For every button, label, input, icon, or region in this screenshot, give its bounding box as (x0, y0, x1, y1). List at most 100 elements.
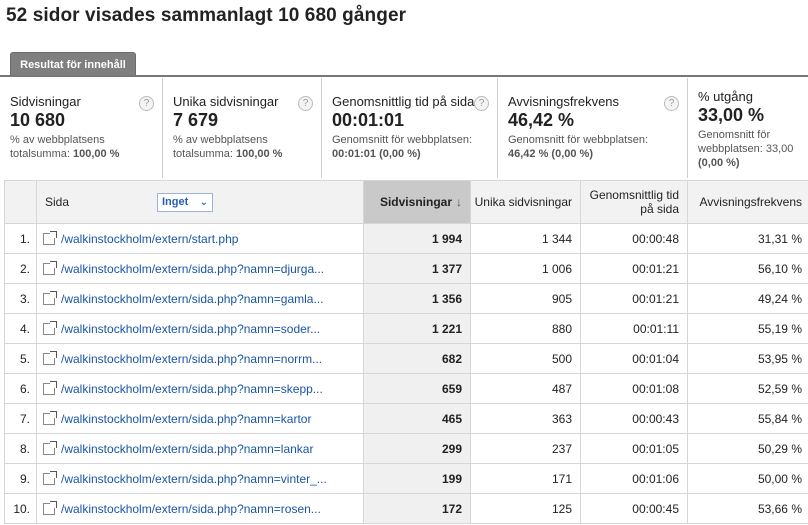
metric-value: 7 679 (173, 110, 219, 130)
header-unique-pageviews[interactable]: Unika sidvisningar (470, 180, 581, 224)
page-link[interactable]: /walkinstockholm/extern/sida.php?namn=dj… (61, 262, 324, 276)
row-page: /walkinstockholm/extern/sida.php?namn=sk… (36, 373, 364, 404)
row-bounce-rate: 50,00 % (687, 463, 808, 494)
row-avg-time: 00:01:04 (580, 343, 688, 374)
results-table-wrap: Sida Inget ⌄ Sidvisningar ↓ Unika sidvisni… (4, 180, 808, 525)
row-index: 4. (4, 313, 37, 344)
row-avg-time: 00:01:06 (580, 463, 688, 494)
external-link-icon[interactable] (43, 350, 57, 365)
external-link-icon[interactable] (43, 320, 57, 335)
tab-strip: Resultat för innehåll (0, 52, 808, 77)
row-page: /walkinstockholm/extern/sida.php?namn=ga… (36, 283, 364, 314)
page-link[interactable]: /walkinstockholm/extern/sida.php?namn=ro… (61, 502, 321, 516)
external-link-icon[interactable] (43, 230, 57, 245)
page-link[interactable]: /walkinstockholm/extern/sida.php?namn=sk… (61, 382, 323, 396)
metric-avg-time: Genomsnittlig tid på sida 00:01:01 Genom… (322, 78, 498, 178)
metric-bounce-rate: Avvisningsfrekvens 46,42 % Genomsnitt fö… (498, 78, 688, 178)
tab-divider (0, 75, 808, 77)
metric-pageviews: Sidvisningar 10 680 % av webbplatsens to… (0, 78, 163, 178)
page-link[interactable]: /walkinstockholm/extern/sida.php?namn=so… (61, 322, 320, 336)
external-link-icon[interactable] (43, 470, 57, 485)
external-link-icon[interactable] (43, 260, 57, 275)
header-pageviews[interactable]: Sidvisningar ↓ (363, 180, 471, 224)
row-page: /walkinstockholm/extern/sida.php?namn=la… (36, 433, 364, 464)
row-page: /walkinstockholm/extern/sida.php?namn=ro… (36, 493, 364, 524)
metric-sub: % av webbplatsens totalsumma: 100,00 % (10, 134, 120, 160)
header-page[interactable]: Sida Inget ⌄ (36, 180, 364, 224)
page-link[interactable]: /walkinstockholm/extern/sida.php?namn=la… (61, 442, 313, 456)
metric-sub: Genomsnitt för webbplatsen: 46,42 % (0,00… (508, 134, 649, 160)
row-index: 8. (4, 433, 37, 464)
header-bounce-rate[interactable]: Avvisningsfrekvens (687, 180, 808, 224)
row-bounce-rate: 55,19 % (687, 313, 808, 344)
row-pageviews: 172 (363, 493, 471, 524)
help-icon[interactable]: ? (139, 96, 154, 111)
page-title: 52 sidor visades sammanlagt 10 680 gånge… (6, 5, 407, 26)
table-row: 9. /walkinstockholm/extern/sida.php?namn=… (4, 463, 808, 494)
header-index (4, 180, 37, 224)
row-bounce-rate: 52,59 % (687, 373, 808, 404)
row-pageviews: 465 (363, 403, 471, 434)
row-avg-time: 00:00:45 (580, 493, 688, 524)
row-pageviews: 299 (363, 433, 471, 464)
external-link-icon[interactable] (43, 500, 57, 515)
row-index: 5. (4, 343, 37, 374)
tab-content-results[interactable]: Resultat för innehåll (10, 52, 136, 76)
external-link-icon[interactable] (43, 380, 57, 395)
row-page: /walkinstockholm/extern/sida.php?namn=no… (36, 343, 364, 374)
sort-down-arrow-icon: ↓ (456, 195, 462, 209)
row-page: /walkinstockholm/extern/sida.php?namn=dj… (36, 253, 364, 284)
row-index: 3. (4, 283, 37, 314)
row-avg-time: 00:01:08 (580, 373, 688, 404)
page-link[interactable]: /walkinstockholm/extern/start.php (61, 232, 238, 246)
metric-label: Sidvisningar (10, 94, 81, 109)
metric-value: 10 680 (10, 110, 66, 130)
external-link-icon[interactable] (43, 290, 57, 305)
row-bounce-rate: 53,95 % (687, 343, 808, 374)
row-index: 2. (4, 253, 37, 284)
help-icon[interactable]: ? (664, 96, 679, 111)
metric-sub: Genomsnitt för webbplatsen: 33,00 (0,00 … (698, 129, 794, 169)
row-page: /walkinstockholm/extern/sida.php?namn=ka… (36, 403, 364, 434)
metric-label: Genomsnittlig tid på sida (332, 94, 475, 109)
results-table: Sida Inget ⌄ Sidvisningar ↓ Unika sidvisni… (4, 180, 808, 524)
metric-sub: Genomsnitt för webbplatsen: 00:01:01 (0,0… (332, 134, 473, 160)
row-pageviews: 1 994 (363, 223, 471, 254)
page-link[interactable]: /walkinstockholm/extern/sida.php?namn=ga… (61, 292, 323, 306)
table-row: 2. /walkinstockholm/extern/sida.php?namn=… (4, 253, 808, 284)
row-avg-time: 00:00:48 (580, 223, 688, 254)
metric-exit-rate: % utgång 33,00 % Genomsnitt för webbplat… (688, 78, 808, 178)
metric-label: % utgång (698, 89, 753, 104)
row-unique-pageviews: 363 (470, 403, 581, 434)
table-header-row: Sida Inget ⌄ Sidvisningar ↓ Unika sidvisni… (4, 180, 808, 224)
row-index: 1. (4, 223, 37, 254)
row-unique-pageviews: 500 (470, 343, 581, 374)
row-unique-pageviews: 1 344 (470, 223, 581, 254)
row-pageviews: 1 356 (363, 283, 471, 314)
row-unique-pageviews: 1 006 (470, 253, 581, 284)
row-avg-time: 00:00:43 (580, 403, 688, 434)
row-page: /walkinstockholm/extern/start.php (36, 223, 364, 254)
help-icon[interactable]: ? (298, 96, 313, 111)
row-unique-pageviews: 905 (470, 283, 581, 314)
row-index: 9. (4, 463, 37, 494)
secondary-dimension-select[interactable]: Inget ⌄ (157, 193, 213, 212)
table-row: 10. /walkinstockholm/extern/sida.php?namn… (4, 493, 808, 524)
external-link-icon[interactable] (43, 410, 57, 425)
metric-unique-pageviews: Unika sidvisningar 7 679 % av webbplatse… (163, 78, 322, 178)
row-unique-pageviews: 880 (470, 313, 581, 344)
row-avg-time: 00:01:05 (580, 433, 688, 464)
header-avg-time[interactable]: Genomsnittlig tid på sida (580, 180, 688, 224)
help-icon[interactable]: ? (474, 96, 489, 111)
page-link[interactable]: /walkinstockholm/extern/sida.php?namn=ka… (61, 412, 311, 426)
row-pageviews: 199 (363, 463, 471, 494)
row-page: /walkinstockholm/extern/sida.php?namn=vi… (36, 463, 364, 494)
external-link-icon[interactable] (43, 440, 57, 455)
page-link[interactable]: /walkinstockholm/extern/sida.php?namn=vi… (61, 472, 327, 486)
row-bounce-rate: 49,24 % (687, 283, 808, 314)
metric-value: 33,00 % (698, 105, 765, 125)
row-index: 10. (4, 493, 37, 524)
metric-sub: % av webbplatsens totalsumma: 100,00 % (173, 134, 283, 160)
page-link[interactable]: /walkinstockholm/extern/sida.php?namn=no… (61, 352, 322, 366)
row-pageviews: 659 (363, 373, 471, 404)
